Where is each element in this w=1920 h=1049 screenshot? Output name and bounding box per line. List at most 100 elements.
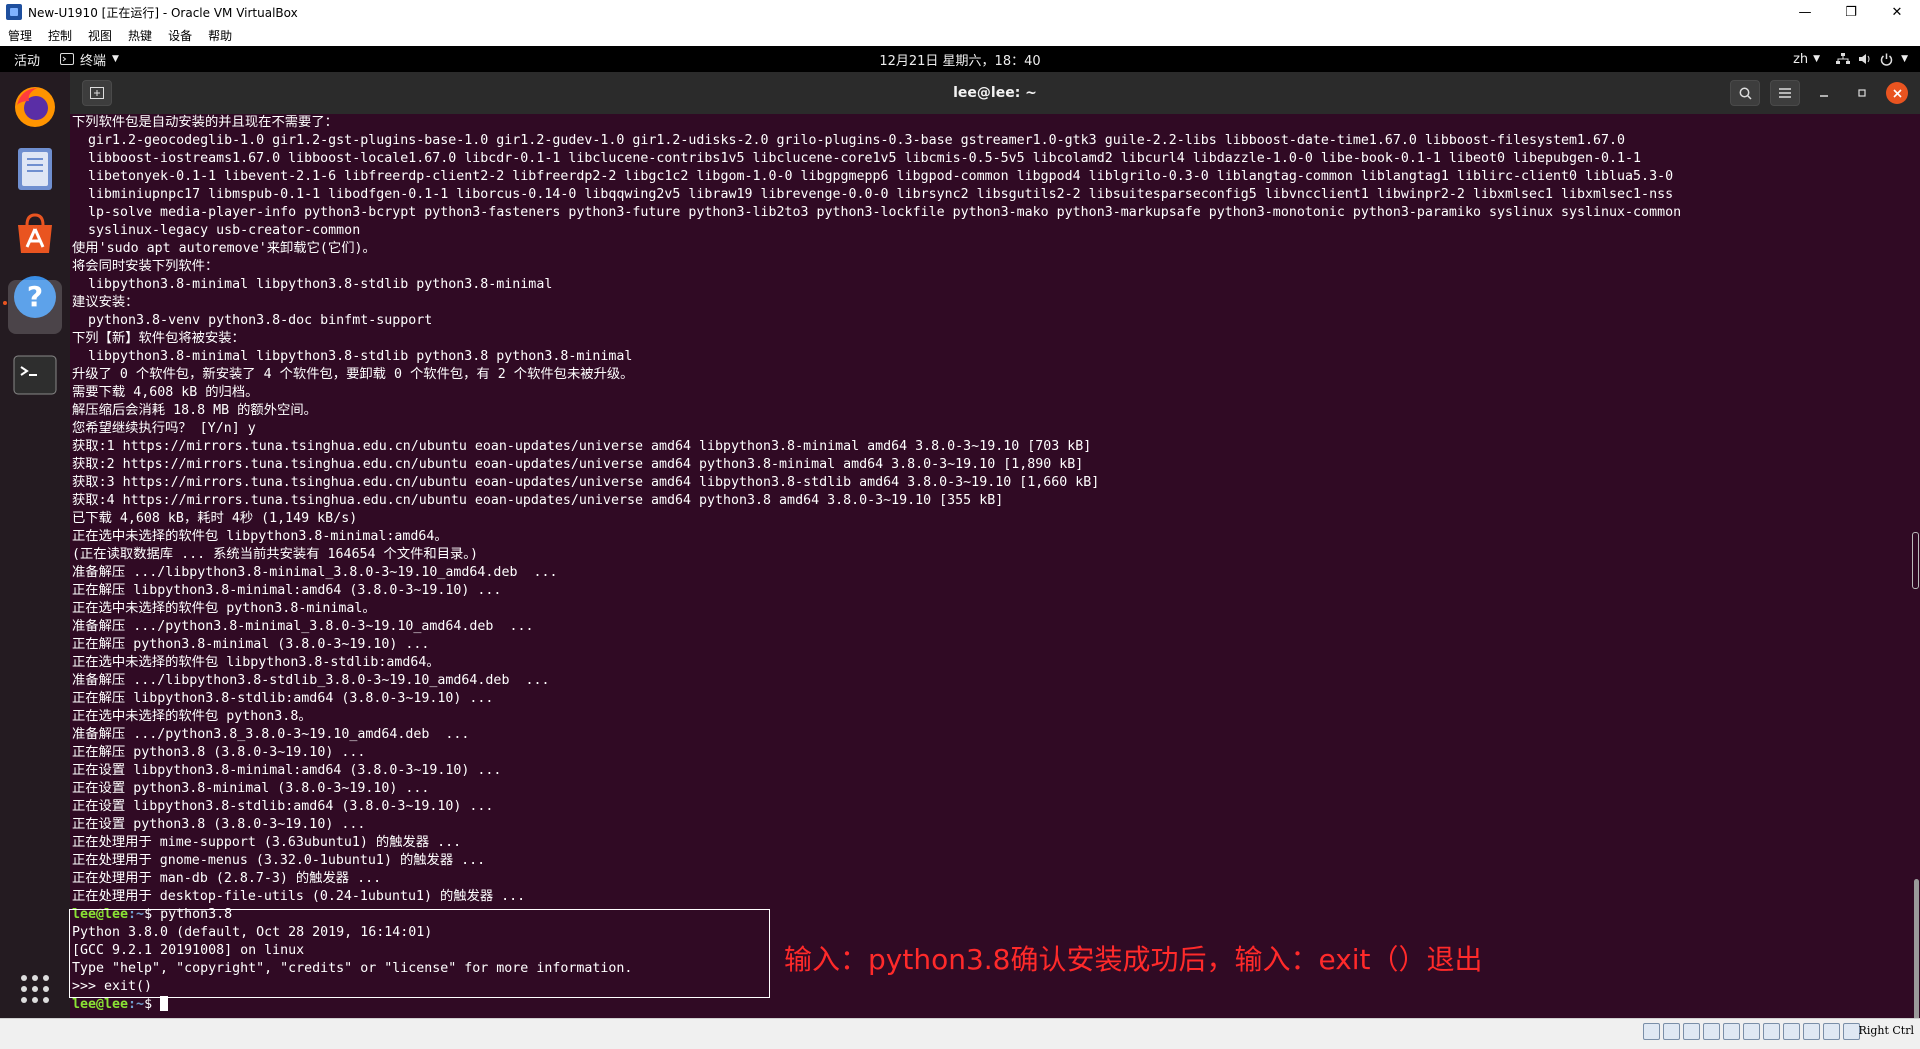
output-line: 下列软件包是自动安装的并且现在不需要了： bbox=[72, 115, 338, 130]
firefox-launcher[interactable] bbox=[8, 80, 62, 134]
chevron-down-icon: ▼ bbox=[112, 54, 119, 64]
vbox-titlebar: New-U1910 [正在运行] - Oracle VM VirtualBox … bbox=[0, 0, 1920, 25]
ubuntu-software-icon bbox=[18, 213, 52, 253]
output-line: 正在选中未选择的软件包 libpython3.8-minimal:amd64。 bbox=[72, 529, 448, 544]
prompt-symbol: $ bbox=[144, 997, 161, 1012]
term-minimize-button[interactable] bbox=[1810, 81, 1838, 105]
virtualbox-icon bbox=[6, 4, 22, 20]
output-line: 将会同时安装下列软件： bbox=[72, 259, 219, 274]
software-launcher[interactable] bbox=[8, 206, 62, 260]
output-line: lp-solve media-player-info python3-bcryp… bbox=[72, 205, 1682, 220]
output-line: 正在解压 python3.8 (3.8.0-3~19.10) ... bbox=[72, 745, 366, 760]
prompt-line: lee@lee:~$ bbox=[72, 996, 1681, 1014]
network-adapter-icon[interactable] bbox=[1703, 1023, 1720, 1040]
menu-manage[interactable]: 管理 bbox=[0, 27, 40, 44]
chevron-down-icon: ▼ bbox=[1813, 54, 1821, 64]
output-line: 正在设置 libpython3.8-minimal:amd64 (3.8.0-3… bbox=[72, 763, 502, 778]
terminal-header: lee@lee: ~ bbox=[70, 72, 1920, 114]
terminal-body[interactable]: 下列软件包是自动安装的并且现在不需要了： gir1.2-geocodeglib-… bbox=[70, 114, 1920, 1038]
show-applications-button[interactable] bbox=[8, 962, 62, 1016]
grid-icon bbox=[21, 975, 49, 1003]
shared-folder-icon[interactable] bbox=[1743, 1023, 1760, 1040]
menu-help[interactable]: 帮助 bbox=[200, 27, 240, 44]
terminal-app-icon bbox=[60, 53, 75, 65]
menu-devices[interactable]: 设备 bbox=[160, 27, 200, 44]
output-line: 正在处理用于 mime-support (3.63ubuntu1) 的触发器 .… bbox=[72, 835, 462, 850]
text-cursor bbox=[160, 996, 169, 1011]
vbox-menubar: 管理 控制 视图 热键 设备 帮助 bbox=[0, 24, 1920, 46]
app-menu-button[interactable]: 终端 ▼ bbox=[54, 50, 125, 69]
terminal-scrollbar[interactable] bbox=[1912, 114, 1920, 1038]
output-line: 正在解压 python3.8-minimal (3.8.0-3~19.10) .… bbox=[72, 637, 430, 652]
output-line: 已下载 4,608 kB，耗时 4秒 (1,149 kB/s) bbox=[72, 511, 358, 526]
terminal-launcher[interactable] bbox=[8, 280, 62, 334]
dock: ? bbox=[0, 72, 70, 1038]
search-icon bbox=[1739, 87, 1752, 100]
output-line: 正在设置 libpython3.8-stdlib:amd64 (3.8.0-3~… bbox=[72, 799, 494, 814]
menu-hotkey[interactable]: 热键 bbox=[120, 27, 160, 44]
hamburger-menu-button[interactable] bbox=[1770, 80, 1800, 106]
close-icon bbox=[1892, 88, 1902, 98]
output-line: gir1.2-geocodeglib-1.0 gir1.2-gst-plugin… bbox=[72, 133, 1626, 148]
term-maximize-button[interactable] bbox=[1848, 81, 1876, 105]
vbox-window-title: New-U1910 [正在运行] - Oracle VM VirtualBox bbox=[28, 5, 298, 20]
search-button[interactable] bbox=[1730, 80, 1760, 106]
output-line: 获取:3 https://mirrors.tuna.tsinghua.edu.c… bbox=[72, 475, 1100, 490]
mouse-integration-icon[interactable] bbox=[1823, 1023, 1840, 1040]
output-line: libpython3.8-minimal libpython3.8-stdlib… bbox=[72, 277, 553, 292]
output-line: libetonyek-0.1-1 libevent-2.1-6 libfreer… bbox=[72, 169, 1674, 184]
output-line: 正在处理用于 gnome-menus (3.32.0-1ubuntu1) 的触发… bbox=[72, 853, 486, 868]
terminal-title: lee@lee: ~ bbox=[953, 85, 1037, 101]
output-line: libboost-iostreams1.67.0 libboost-locale… bbox=[72, 151, 1642, 166]
display-icon[interactable] bbox=[1763, 1023, 1780, 1040]
output-line: libminiupnpc17 libmspub-0.1-1 libodfgen-… bbox=[72, 187, 1674, 202]
activities-button[interactable]: 活动 bbox=[0, 50, 54, 69]
menu-view[interactable]: 视图 bbox=[80, 27, 120, 44]
close-button[interactable]: ✕ bbox=[1874, 0, 1920, 24]
output-line: 准备解压 .../python3.8_3.8.0-3~19.10_amd64.d… bbox=[72, 727, 470, 742]
hamburger-icon bbox=[1779, 88, 1791, 98]
output-line: 正在处理用于 man-db (2.8.7-3) 的触发器 ... bbox=[72, 871, 382, 886]
app-menu-label: 终端 bbox=[80, 53, 107, 69]
terminal-output: 下列软件包是自动安装的并且现在不需要了： gir1.2-geocodeglib-… bbox=[72, 114, 1681, 1014]
clock[interactable]: 12月21日 星期六，18：40 bbox=[879, 54, 1040, 69]
output-line: 正在解压 libpython3.8-minimal:amd64 (3.8.0-3… bbox=[72, 583, 502, 598]
keyboard-icon[interactable] bbox=[1843, 1023, 1860, 1040]
output-line: libpython3.8-minimal libpython3.8-stdlib… bbox=[72, 349, 633, 364]
system-menu[interactable]: ▼ bbox=[1836, 53, 1908, 66]
scroll-thumb[interactable] bbox=[1914, 879, 1919, 1029]
running-indicator bbox=[3, 301, 7, 305]
menu-control[interactable]: 控制 bbox=[40, 27, 80, 44]
output-line: 正在选中未选择的软件包 python3.8-minimal。 bbox=[72, 601, 376, 616]
output-line: 建议安装： bbox=[72, 295, 139, 310]
output-line: 正在设置 python3.8-minimal (3.8.0-3~19.10) .… bbox=[72, 781, 430, 796]
recording-icon[interactable] bbox=[1783, 1023, 1800, 1040]
output-line: 获取:1 https://mirrors.tuna.tsinghua.edu.c… bbox=[72, 439, 1092, 454]
terminal-window: lee@lee: ~ 下列软件包是自动安装的并且现在不需要了： gir1.2-g… bbox=[70, 72, 1920, 1038]
gnome-topbar: 活动 终端 ▼ 12月21日 星期六，18：40 zh ▼ ▼ bbox=[0, 46, 1920, 72]
output-line: python3.8-venv python3.8-doc binfmt-supp… bbox=[72, 313, 433, 328]
output-line: (正在读取数据库 ... 系统当前共安装有 164654 个文件和目录。) bbox=[72, 547, 478, 562]
output-line: 正在设置 python3.8 (3.8.0-3~19.10) ... bbox=[72, 817, 366, 832]
annotation-highlight-box bbox=[69, 909, 770, 998]
term-close-button[interactable] bbox=[1886, 82, 1908, 104]
cpu-icon[interactable] bbox=[1803, 1023, 1820, 1040]
new-tab-button[interactable] bbox=[82, 80, 112, 106]
files-icon bbox=[18, 148, 52, 190]
hdd-icon[interactable] bbox=[1643, 1023, 1660, 1040]
audio-icon[interactable] bbox=[1683, 1023, 1700, 1040]
terminal-icon bbox=[13, 355, 57, 395]
output-line: 解压缩后会消耗 18.8 MB 的额外空间。 bbox=[72, 403, 317, 418]
optical-drive-icon[interactable] bbox=[1663, 1023, 1680, 1040]
output-line: 下列【新】软件包将被安装： bbox=[72, 331, 245, 346]
minimize-button[interactable]: — bbox=[1782, 0, 1828, 24]
restore-button[interactable]: ❐ bbox=[1828, 0, 1874, 24]
usb-icon[interactable] bbox=[1723, 1023, 1740, 1040]
language-indicator[interactable]: zh ▼ bbox=[1793, 52, 1820, 67]
terminal-launcher-icon-wrap bbox=[8, 348, 62, 402]
output-line: 正在解压 libpython3.8-stdlib:amd64 (3.8.0-3~… bbox=[72, 691, 494, 706]
annotation-text: 输入：python3.8确认安装成功后，输入：exit（）退出 bbox=[784, 943, 1483, 976]
files-launcher[interactable] bbox=[8, 142, 62, 196]
output-line: 获取:2 https://mirrors.tuna.tsinghua.edu.c… bbox=[72, 457, 1084, 472]
language-label: zh bbox=[1793, 51, 1809, 67]
